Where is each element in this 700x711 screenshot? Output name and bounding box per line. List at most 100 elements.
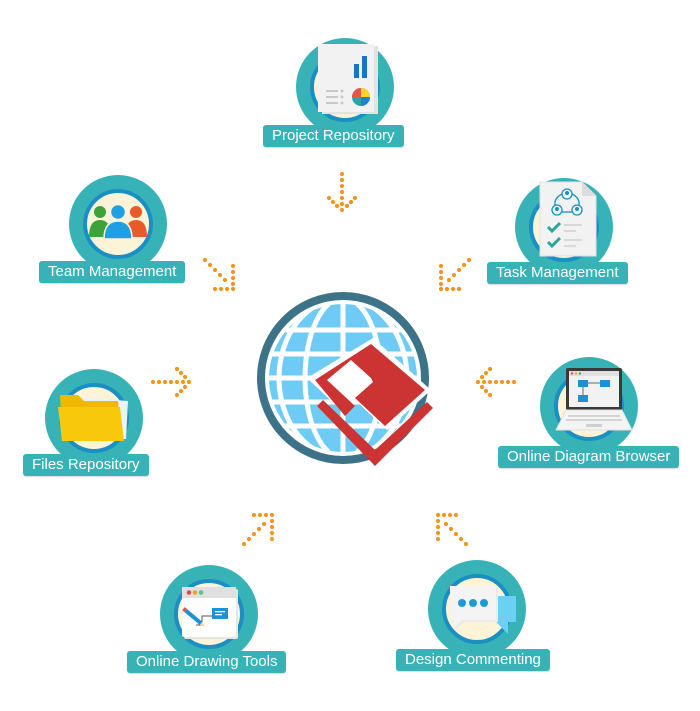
arrow-dot bbox=[479, 384, 485, 390]
arrow-dot bbox=[174, 366, 180, 372]
arrow-dot bbox=[481, 379, 487, 385]
arrow-dot bbox=[330, 199, 336, 205]
arrow-dot bbox=[186, 379, 192, 385]
arrow-dot bbox=[438, 281, 444, 287]
arrow-dot bbox=[263, 512, 269, 518]
node-label: Team Management bbox=[39, 261, 186, 283]
arrow-dot bbox=[483, 388, 489, 394]
arrow-dot bbox=[212, 267, 218, 273]
arrow-dot bbox=[246, 536, 252, 542]
center-globe-logo bbox=[255, 290, 435, 475]
arrow-dot bbox=[230, 269, 236, 275]
arrow-dot bbox=[162, 379, 168, 385]
team-people-icon bbox=[88, 203, 148, 240]
node-label: Online Diagram Browser bbox=[498, 446, 680, 468]
arrow-dot bbox=[435, 536, 441, 542]
arrow-dot bbox=[511, 379, 517, 385]
arrow-dot bbox=[207, 262, 213, 268]
arrow-dot bbox=[174, 379, 180, 385]
arrow-dot bbox=[218, 286, 224, 292]
arrow-dot bbox=[269, 530, 275, 536]
arrow-dot bbox=[269, 518, 275, 524]
arrow-dot bbox=[178, 370, 184, 376]
drawing-window-icon bbox=[182, 587, 238, 639]
arrow-down-right bbox=[202, 257, 237, 292]
arrow-dot bbox=[505, 379, 511, 385]
arrow-dot bbox=[487, 392, 493, 398]
arrow-dot bbox=[487, 379, 493, 385]
arrow-dot bbox=[438, 263, 444, 269]
arrow-dot bbox=[224, 286, 230, 292]
arrow-dot bbox=[217, 272, 223, 278]
arrow-dot bbox=[182, 374, 188, 380]
arrow-dot bbox=[339, 171, 345, 177]
arrow-dot bbox=[475, 379, 481, 385]
arrow-dot bbox=[453, 512, 459, 518]
arrow-dot bbox=[352, 195, 358, 201]
arrow-dot bbox=[339, 201, 345, 207]
arrow-dot bbox=[456, 267, 462, 273]
arrow-dot bbox=[339, 195, 345, 201]
arrow-dot bbox=[499, 379, 505, 385]
arrow-dot bbox=[441, 512, 447, 518]
arrow-dot bbox=[438, 269, 444, 275]
folder-icon bbox=[58, 393, 130, 443]
arrow-dot bbox=[463, 541, 469, 547]
arrow-dot bbox=[182, 384, 188, 390]
arrow-dot bbox=[251, 512, 257, 518]
arrow-dot bbox=[487, 366, 493, 372]
arrow-dot bbox=[458, 536, 464, 542]
arrow-right bbox=[150, 365, 193, 401]
arrow-dot bbox=[446, 277, 452, 283]
arrow-up-left bbox=[434, 512, 469, 547]
arrow-dot bbox=[435, 518, 441, 524]
arrow-dot bbox=[178, 388, 184, 394]
node-label: Project Repository bbox=[263, 125, 404, 147]
arrow-dot bbox=[241, 541, 247, 547]
arrow-dot bbox=[222, 277, 228, 283]
arrow-dot bbox=[339, 177, 345, 183]
arrow-dot bbox=[230, 286, 236, 292]
node-label: Design Commenting bbox=[396, 649, 550, 671]
arrow-dot bbox=[150, 379, 156, 385]
arrow-dot bbox=[479, 374, 485, 380]
arrow-dot bbox=[456, 286, 462, 292]
arrow-up-right bbox=[241, 512, 276, 547]
report-chart-icon bbox=[318, 44, 380, 116]
arrow-dot bbox=[448, 526, 454, 532]
arrow-dot bbox=[334, 203, 340, 209]
arrow-dot bbox=[450, 286, 456, 292]
arrow-dot bbox=[344, 203, 350, 209]
arrow-dot bbox=[230, 263, 236, 269]
arrow-dot bbox=[269, 536, 275, 542]
arrow-dot bbox=[269, 524, 275, 530]
arrow-dot bbox=[339, 189, 345, 195]
arrow-dot bbox=[230, 281, 236, 287]
arrow-dot bbox=[438, 286, 444, 292]
arrow-dot bbox=[435, 524, 441, 530]
arrow-dot bbox=[230, 275, 236, 281]
arrow-dot bbox=[438, 275, 444, 281]
arrow-dot bbox=[443, 521, 449, 527]
arrow-dot bbox=[251, 531, 257, 537]
arrow-dot bbox=[339, 183, 345, 189]
arrow-dot bbox=[466, 257, 472, 263]
globe-icon bbox=[257, 292, 433, 466]
node-label: Task Management bbox=[487, 262, 628, 284]
arrow-dot bbox=[339, 207, 345, 213]
arrow-dot bbox=[156, 379, 162, 385]
node-label: Files Repository bbox=[23, 454, 149, 476]
arrow-dot bbox=[326, 195, 332, 201]
arrow-dot bbox=[444, 286, 450, 292]
chat-bubbles-icon bbox=[450, 586, 518, 642]
arrow-dot bbox=[348, 199, 354, 205]
arrow-dot bbox=[461, 262, 467, 268]
arrow-dot bbox=[435, 512, 441, 518]
arrow-dot bbox=[168, 379, 174, 385]
arrow-dot bbox=[212, 286, 218, 292]
arrow-dot bbox=[435, 530, 441, 536]
arrow-dot bbox=[261, 521, 267, 527]
arrow-dot bbox=[483, 370, 489, 376]
arrow-dot bbox=[257, 512, 263, 518]
task-checklist-icon bbox=[538, 180, 598, 257]
